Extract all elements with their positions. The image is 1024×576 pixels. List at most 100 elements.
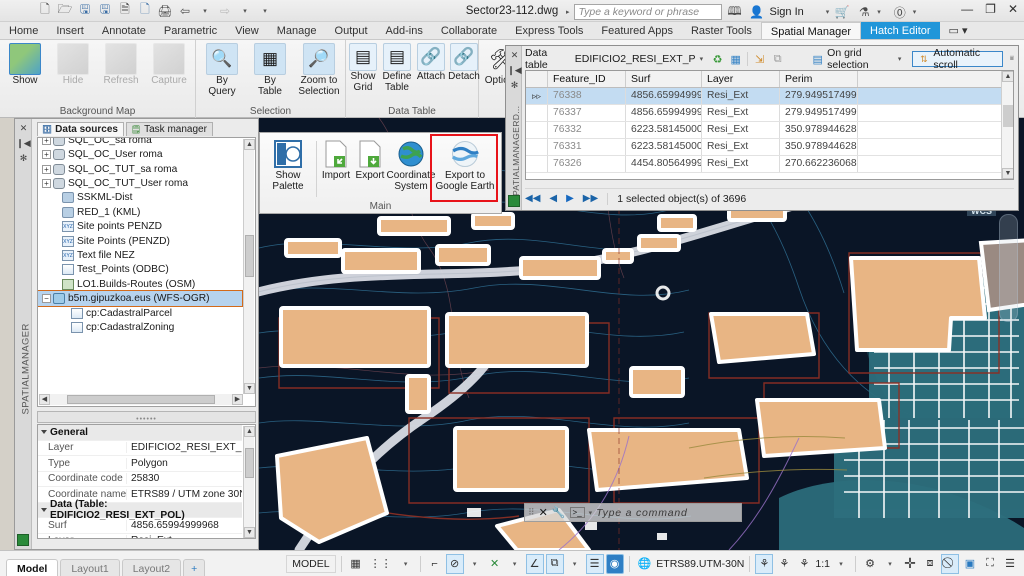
ortho-mode-icon[interactable]: ⌐ — [426, 554, 444, 574]
share-dropdown-icon[interactable]: ▾ — [877, 8, 881, 16]
snap-dropdown-icon[interactable]: ▾ — [397, 554, 415, 574]
previous-record-icon[interactable]: ◀ — [549, 193, 557, 204]
spm-button-import[interactable]: Import — [318, 138, 354, 182]
world-coordinate-icon[interactable]: 🌐 — [635, 554, 655, 574]
minimize-button[interactable]: — — [961, 2, 973, 16]
add-layout-button[interactable]: + — [183, 558, 206, 576]
table-cell[interactable]: 4856.659949999... — [626, 105, 702, 121]
tree-expand-icon[interactable]: + — [42, 150, 51, 160]
table-selector-combobox[interactable]: EDIFICIO2_RESI_EXT_P ▾ — [572, 52, 706, 67]
tree-scroll-thumb[interactable] — [245, 235, 254, 277]
table-cell[interactable]: 76331 — [548, 139, 626, 155]
tree-expand-icon[interactable]: + — [42, 179, 51, 189]
tree-collapse-icon[interactable]: − — [42, 294, 51, 304]
chevron-down-icon[interactable]: ▾ — [589, 509, 593, 517]
plot-icon[interactable]: 🗎 — [116, 2, 134, 20]
binoculars-icon[interactable]: 🕮 — [726, 3, 744, 21]
customization-menu-icon[interactable]: ☰ — [1001, 554, 1019, 574]
tree-horizontal-scrollbar[interactable]: ◀ ▶ — [39, 394, 243, 405]
tree-item[interactable]: + SQL_OC_User roma — [38, 148, 242, 162]
share-icon[interactable]: ⚗ — [855, 3, 873, 21]
ucs-icon[interactable]: ⧉ — [545, 553, 564, 574]
tree-item[interactable]: LO1.Builds-Routes (OSM) — [38, 277, 242, 291]
table-cell[interactable]: 279.9495174993... — [780, 88, 858, 104]
tab-task-manager[interactable]: 🗒 Task manager — [125, 122, 213, 136]
tree-expand-icon[interactable]: + — [42, 164, 51, 174]
grid-vertical-scrollbar[interactable]: ▲ ▼ — [1001, 71, 1013, 179]
table-row[interactable]: 763264454.805649990...Resi_Ext270.662236… — [526, 156, 1013, 173]
annotation-scale-add-icon[interactable]: ⚘ — [755, 553, 774, 574]
osnap-dropdown-icon[interactable]: ▾ — [506, 554, 524, 574]
chevron-down-icon[interactable]: ▾ — [898, 55, 902, 63]
property-row[interactable]: Surf 4856.65994999968 — [38, 518, 242, 534]
grid-icon[interactable]: ▦ — [729, 52, 742, 67]
ribbon-button-refresh[interactable]: Refresh — [98, 43, 144, 87]
search-area[interactable]: ▸ Type a keyword or phrase 🕮 👤 Sign In ▾… — [566, 3, 916, 21]
table-cell[interactable]: Resi_Ext — [702, 105, 780, 121]
table-row[interactable]: 763316223.581450005...Resi_Ext350.978944… — [526, 139, 1013, 156]
row-marker-icon[interactable] — [526, 122, 548, 138]
search-expand-icon[interactable]: ▸ — [566, 8, 570, 16]
property-row[interactable]: LayerResi_Ext — [38, 534, 242, 538]
data-table-grid[interactable]: Feature_ID Surf Layer Perim ▹▹ 76338 4856.… — [525, 70, 1014, 180]
property-row[interactable]: Type Polygon — [38, 456, 242, 472]
data-table-toolbar[interactable]: Data table EDIFICIO2_RESI_EXT_P ▾ ♻ ▦ ⇲ … — [525, 47, 1014, 71]
ribbon-tab-raster-tools[interactable]: Raster Tools — [682, 22, 761, 39]
properties-section-header[interactable]: Data (Table: EDIFICIO2_RESI_EXT_POL) — [38, 499, 242, 521]
property-value[interactable]: 4856.65994999968 — [126, 519, 242, 531]
command-input[interactable]: Type a command — [596, 507, 688, 519]
new-file-icon[interactable]: 🗋 — [36, 2, 54, 20]
ribbon-button-by-table[interactable]: ▦ By Table — [247, 43, 293, 97]
ribbon-tab-featured-apps[interactable]: Featured Apps — [592, 22, 682, 39]
palette-status-icon[interactable] — [17, 534, 29, 546]
ribbon-tab-home[interactable]: Home — [0, 22, 47, 39]
grid-selection-mode[interactable]: ▤ On grid selection ▾ — [811, 47, 902, 71]
tree-expand-icon[interactable]: + — [42, 138, 51, 145]
row-marker-icon[interactable]: ▹▹ — [526, 88, 548, 104]
hardware-accel-icon[interactable]: ⧈ — [921, 554, 939, 574]
properties-vertical-scrollbar[interactable]: ▲ ▼ — [243, 426, 255, 538]
graphics-perf-icon[interactable]: ▣ — [961, 554, 979, 574]
auto-hide-icon[interactable]: ❙◀ — [506, 63, 523, 78]
next-record-icon[interactable]: ▶ — [566, 193, 574, 204]
properties-grid[interactable]: General Layer EDIFICIO2_RESI_EXT_POL Type Po… — [37, 424, 256, 539]
property-value[interactable]: EDIFICIO2_RESI_EXT_POL — [126, 442, 242, 454]
polar-dropdown-icon[interactable]: ▾ — [466, 554, 484, 574]
ribbon-tab-add-ins[interactable]: Add-ins — [377, 22, 432, 39]
sheetset-icon[interactable]: 🗋 — [136, 2, 154, 20]
undo-icon[interactable]: ⇦ — [176, 2, 194, 20]
table-cell[interactable]: 279.9495174993... — [780, 105, 858, 121]
layout-tabs[interactable]: Model Layout1 Layout2 + — [6, 551, 207, 576]
space-toggle-button[interactable]: MODEL — [286, 554, 336, 573]
property-value[interactable]: 25830 — [126, 473, 242, 485]
zoom-selected-icon[interactable]: ⇲ — [753, 52, 766, 67]
ucs-dropdown-icon[interactable]: ▾ — [566, 554, 584, 574]
spm-button-show-palette[interactable]: Show Palette — [264, 138, 312, 192]
property-row[interactable]: Layer EDIFICIO2_RESI_EXT_POL — [38, 441, 242, 456]
table-cell[interactable]: 76332 — [548, 122, 626, 138]
ribbon-minimize-icon[interactable]: ▭ ▾ — [940, 22, 977, 39]
print-icon[interactable]: 🖨 — [156, 2, 174, 20]
close-icon[interactable]: ✕ — [506, 48, 523, 63]
row-marker-icon[interactable] — [526, 139, 548, 155]
table-cell[interactable]: 4856.659949999... — [626, 88, 702, 104]
tree-item[interactable]: XYZ Text file NEZ — [38, 248, 242, 262]
properties-scroll-up-icon[interactable]: ▲ — [244, 426, 255, 437]
polar-tracking-icon[interactable]: ⊘ — [445, 553, 464, 574]
grid-scroll-up-icon[interactable]: ▲ — [1002, 71, 1013, 82]
table-row[interactable]: 763326223.581450005...Resi_Ext350.978944… — [526, 122, 1013, 139]
help-dropdown-icon[interactable]: ▾ — [913, 8, 917, 16]
user-icon[interactable]: 👤 — [748, 3, 766, 21]
isolate-objects-icon[interactable]: ✛ — [901, 554, 919, 574]
window-controls[interactable]: — ❐ ✕ — [961, 2, 1018, 16]
ribbon-tab-collaborate[interactable]: Collaborate — [432, 22, 506, 39]
table-cell[interactable]: 350.9789446287... — [780, 122, 858, 138]
scroll-up-arrow-icon[interactable]: ▲ — [244, 139, 255, 150]
tree-item[interactable]: + SQL_OC_sa roma — [38, 138, 242, 148]
table-cell[interactable]: 270.66223606872 — [780, 156, 858, 172]
search-input[interactable]: Type a keyword or phrase — [573, 4, 722, 20]
ribbon-button-attach[interactable]: 🔗 Attach — [413, 43, 449, 83]
coordinate-system-label[interactable]: ETRS89.UTM-30N — [656, 558, 744, 570]
automatic-scroll-toggle[interactable]: ⇅ Automatic scroll — [912, 47, 1003, 71]
command-line[interactable]: ⠿ ✕ 🔧 >_ ▾ Type a command — [524, 503, 742, 522]
